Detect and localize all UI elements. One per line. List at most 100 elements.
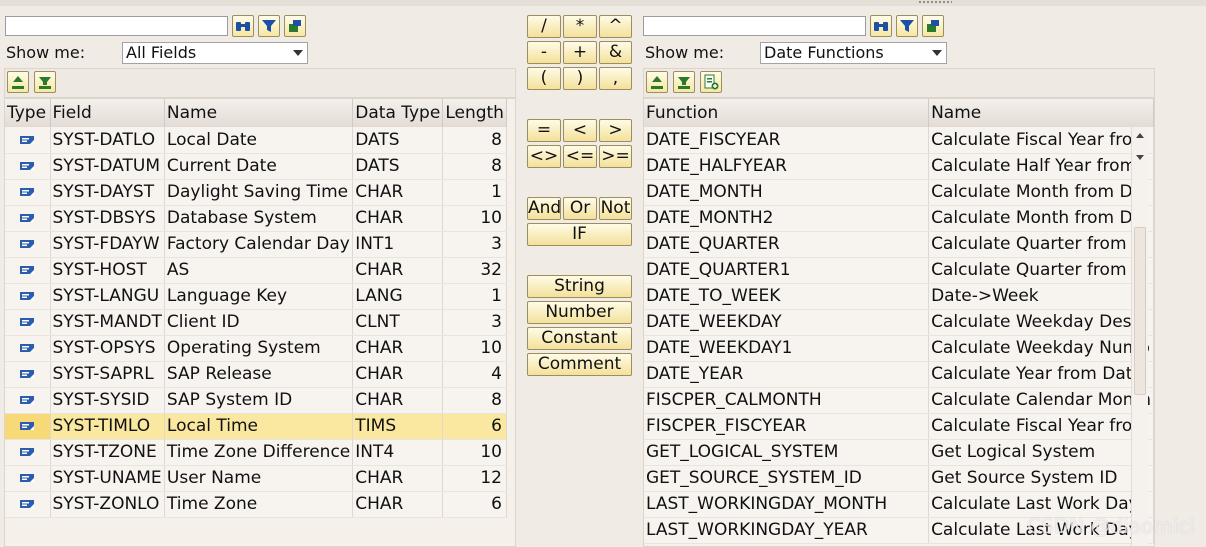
op-multiply-button[interactable]: * xyxy=(563,15,597,38)
length-cell: 10 xyxy=(442,439,507,466)
name-cell: Time Zone Difference xyxy=(164,439,354,466)
filter-icon[interactable] xyxy=(258,15,280,37)
table-row[interactable]: SYST-ZONLO Time Zone CHAR 6 xyxy=(5,491,507,518)
table-row[interactable]: DATE_TO_WEEK Date->Week xyxy=(644,283,1154,310)
field-cell: SYST-DAYST xyxy=(50,179,165,206)
col-header-field[interactable]: Field xyxy=(50,99,165,127)
op-greater-equal-button[interactable]: >= xyxy=(599,145,632,168)
splitter-grip[interactable] xyxy=(918,0,952,4)
table-row[interactable]: DATE_WEEKDAY Calculate Weekday Descr xyxy=(644,309,1154,336)
op-equal-button[interactable]: = xyxy=(527,119,561,142)
filter-icon[interactable] xyxy=(34,71,56,93)
table-row[interactable]: GET_LOGICAL_SYSTEM Get Logical System xyxy=(644,439,1154,466)
filter-icon[interactable] xyxy=(896,15,918,37)
table-row[interactable]: SYST-FDAYW Factory Calendar Day INT1 3 xyxy=(5,231,507,258)
op-concat-button[interactable]: & xyxy=(599,41,632,64)
table-row[interactable]: SYST-SAPRL SAP Release CHAR 4 xyxy=(5,361,507,388)
field-cell: SYST-TIMLO xyxy=(50,413,165,440)
col-header-type[interactable]: Type xyxy=(5,99,51,127)
table-row[interactable]: SYST-LANGU Language Key LANG 1 xyxy=(5,283,507,310)
table-row[interactable]: SYST-OPSYS Operating System CHAR 10 xyxy=(5,335,507,362)
scroll-thumb[interactable] xyxy=(1134,227,1146,395)
type-cell xyxy=(5,361,51,388)
name-cell: Time Zone xyxy=(164,491,354,518)
scroll-down-icon[interactable] xyxy=(1136,155,1144,160)
name-cell: Client ID xyxy=(164,309,354,336)
data-type-cell: DATS xyxy=(352,153,444,180)
data-type-cell: CHAR xyxy=(352,335,444,362)
show-me-select[interactable]: All Fields xyxy=(122,42,308,64)
table-row[interactable]: GET_SOURCE_SYSTEM_ID Get Source System ID xyxy=(644,465,1154,492)
col-header-name[interactable]: Name xyxy=(164,99,354,127)
length-cell: 10 xyxy=(442,205,507,232)
length-cell: 3 xyxy=(442,309,507,336)
table-row[interactable]: DATE_FISCYEAR Calculate Fiscal Year from xyxy=(644,127,1154,154)
comment-button[interactable]: Comment xyxy=(527,353,632,376)
name-cell: Calculate Weekday Numb xyxy=(928,335,1154,362)
binoculars-icon[interactable] xyxy=(232,15,254,37)
field-search-input[interactable] xyxy=(5,16,228,36)
filter-icon[interactable] xyxy=(673,71,695,93)
table-row[interactable]: DATE_WEEKDAY1 Calculate Weekday Numb xyxy=(644,335,1154,362)
op-plus-button[interactable]: + xyxy=(563,41,597,64)
chevron-down-icon[interactable] xyxy=(932,50,942,56)
table-row[interactable]: SYST-MANDT Client ID CLNT 3 xyxy=(5,309,507,336)
table-row[interactable]: SYST-HOST AS CHAR 32 xyxy=(5,257,507,284)
col-header-name[interactable]: Name xyxy=(928,99,1154,127)
col-header-function[interactable]: Function xyxy=(644,99,930,127)
table-row[interactable]: SYST-SYSID SAP System ID CHAR 8 xyxy=(5,387,507,414)
table-row[interactable]: DATE_QUARTER1 Calculate Quarter from D xyxy=(644,257,1154,284)
op-or-button[interactable]: Or xyxy=(563,197,597,220)
show-me-select[interactable]: Date Functions xyxy=(760,42,947,64)
op-greater-button[interactable]: > xyxy=(599,119,632,142)
table-row[interactable]: SYST-DATUM Current Date DATS 8 xyxy=(5,153,507,180)
op-minus-button[interactable]: - xyxy=(527,41,561,64)
table-row[interactable]: SYST-DBSYS Database System CHAR 10 xyxy=(5,205,507,232)
function-search-input[interactable] xyxy=(643,16,866,36)
table-row[interactable]: DATE_MONTH Calculate Month from Da xyxy=(644,179,1154,206)
binoculars-icon[interactable] xyxy=(870,15,892,37)
table-row[interactable]: DATE_MONTH2 Calculate Month from Da xyxy=(644,205,1154,232)
field-cell: SYST-LANGU xyxy=(50,283,165,310)
table-row[interactable]: DATE_HALFYEAR Calculate Half Year from xyxy=(644,153,1154,180)
op-not-button[interactable]: Not xyxy=(599,197,632,220)
table-row[interactable]: SYST-DAYST Daylight Saving Time CHAR 1 xyxy=(5,179,507,206)
op-comma-button[interactable]: , xyxy=(599,67,632,90)
name-cell: Date->Week xyxy=(928,283,1154,310)
top-strip xyxy=(0,0,1206,6)
col-header-length[interactable]: Length xyxy=(442,99,507,127)
table-row[interactable]: SYST-TIMLO Local Time TIMS 6 xyxy=(5,413,507,440)
table-row[interactable]: SYST-UNAME User Name CHAR 12 xyxy=(5,465,507,492)
field-icon xyxy=(20,240,35,248)
table-row[interactable]: DATE_QUARTER Calculate Quarter from D xyxy=(644,231,1154,258)
scroll-up-icon[interactable] xyxy=(1136,133,1144,138)
function-table-scrollbar[interactable] xyxy=(1131,127,1148,546)
table-row[interactable]: SYST-TZONE Time Zone Difference INT4 10 xyxy=(5,439,507,466)
op-close-paren-button[interactable]: ) xyxy=(563,67,597,90)
table-row[interactable]: DATE_YEAR Calculate Year from Date xyxy=(644,361,1154,388)
table-row[interactable]: FISCPER_CALMONTH Calculate Calendar Month xyxy=(644,387,1154,414)
op-divide-button[interactable]: / xyxy=(527,15,561,38)
settings-icon[interactable] xyxy=(922,15,944,37)
table-row[interactable]: FISCPER_FISCYEAR Calculate Fiscal Year fr… xyxy=(644,413,1154,440)
string-button[interactable]: String xyxy=(527,275,632,298)
op-open-paren-button[interactable]: ( xyxy=(527,67,561,90)
op-not-equal-button[interactable]: <> xyxy=(527,145,561,168)
chevron-down-icon[interactable] xyxy=(293,50,303,56)
constant-button[interactable]: Constant xyxy=(527,327,632,350)
function-cell: DATE_WEEKDAY xyxy=(644,309,930,336)
number-button[interactable]: Number xyxy=(527,301,632,324)
settings-icon[interactable] xyxy=(284,15,306,37)
add-icon[interactable] xyxy=(700,71,722,93)
op-power-button[interactable]: ^ xyxy=(599,15,632,38)
op-less-equal-button[interactable]: <= xyxy=(563,145,597,168)
function-cell: DATE_FISCYEAR xyxy=(644,127,930,154)
sort-ascending-icon[interactable] xyxy=(646,71,668,93)
op-less-button[interactable]: < xyxy=(563,119,597,142)
sort-ascending-icon[interactable] xyxy=(7,71,29,93)
op-and-button[interactable]: And xyxy=(527,197,561,220)
table-row[interactable]: SYST-DATLO Local Date DATS 8 xyxy=(5,127,507,154)
type-cell xyxy=(5,465,51,492)
col-header-data-type[interactable]: Data Type xyxy=(352,99,444,127)
op-if-button[interactable]: IF xyxy=(527,223,632,246)
